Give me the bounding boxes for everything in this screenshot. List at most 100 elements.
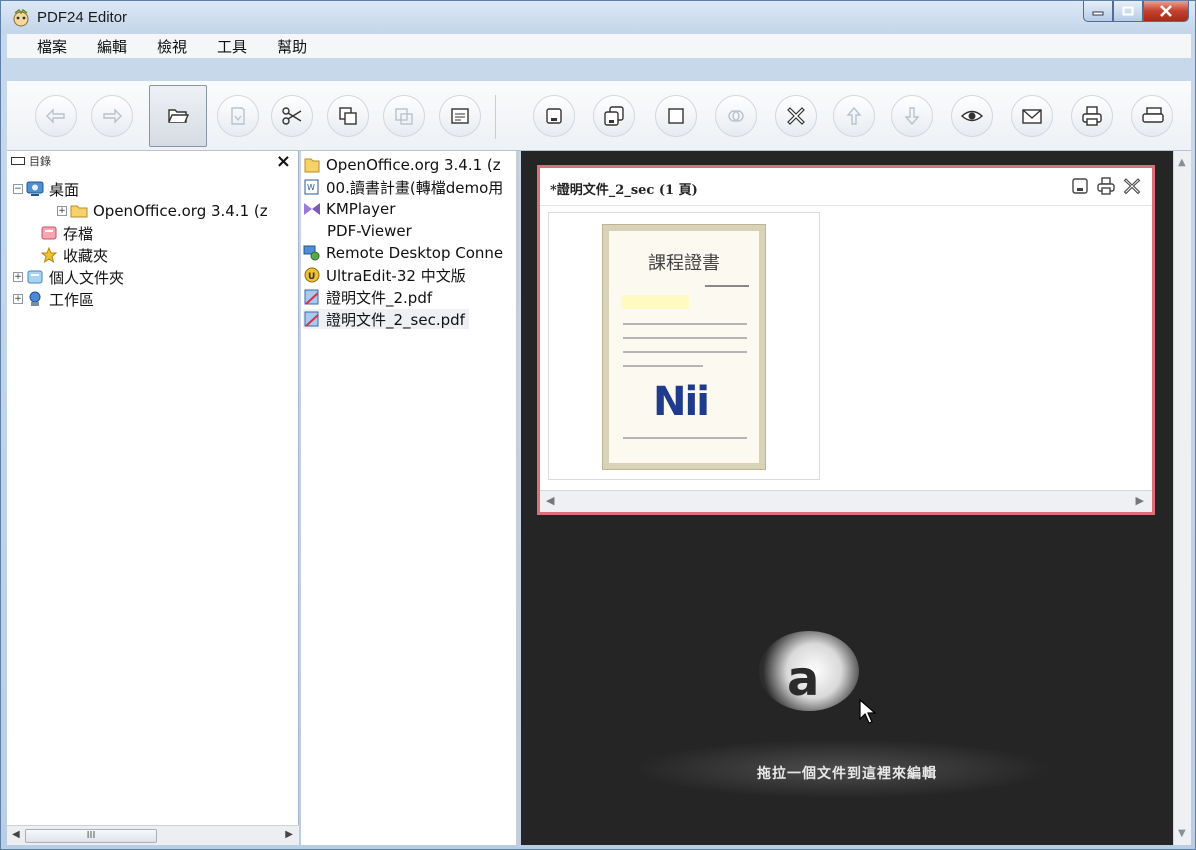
scroll-right-arrow[interactable]: ▶: [1136, 494, 1144, 507]
document-window[interactable]: *證明文件_2_sec (1 頁) 課程證書 Nii ◀ ▶: [537, 165, 1155, 515]
tree-item-archive[interactable]: 存檔: [27, 223, 93, 243]
scroll-right-arrow[interactable]: ▶: [285, 829, 293, 840]
move-up-button[interactable]: [833, 95, 875, 137]
import-button[interactable]: [217, 95, 259, 137]
tree-item-label: 存檔: [63, 224, 94, 243]
svg-text:W: W: [307, 183, 315, 192]
layout-button[interactable]: [439, 95, 481, 137]
scroll-down-arrow[interactable]: ▼: [1178, 828, 1186, 839]
blank-page-button[interactable]: [655, 95, 697, 137]
forward-icon: [103, 108, 122, 124]
forward-button[interactable]: [91, 95, 133, 137]
document-horizontal-scrollbar[interactable]: ◀ ▶: [540, 490, 1152, 512]
scroll-left-arrow[interactable]: ◀: [12, 829, 20, 840]
file-item-label: Remote Desktop Conne: [326, 244, 504, 262]
file-item-label: 00.讀書計畫(轉檔demo用: [326, 178, 504, 197]
menu-tools[interactable]: 工具: [217, 36, 247, 57]
file-item[interactable]: KMPlayer: [303, 199, 395, 219]
close-button[interactable]: [1143, 1, 1189, 22]
preview-button[interactable]: [951, 95, 993, 137]
file-item[interactable]: 證明文件_2.pdf: [303, 287, 432, 307]
back-button[interactable]: [35, 95, 77, 137]
save-as-icon: [604, 106, 624, 126]
workspace-vertical-scrollbar[interactable]: ▲ ▼: [1173, 151, 1191, 845]
toolbar: [7, 81, 1191, 151]
title-bar[interactable]: PDF24 Editor: [1, 1, 1195, 34]
panel-icon: [11, 157, 25, 165]
save-icon[interactable]: [1070, 176, 1090, 196]
scroll-left-arrow[interactable]: ◀: [546, 494, 554, 507]
save-as-button[interactable]: [593, 95, 635, 137]
print-icon: [1082, 106, 1102, 126]
preview-icon: [960, 110, 984, 122]
menu-file[interactable]: 檔案: [37, 36, 67, 57]
file-item-selected[interactable]: 證明文件_2_sec.pdf: [303, 309, 469, 329]
file-item[interactable]: U UltraEdit-32 中文版: [303, 265, 466, 285]
copy-button[interactable]: [327, 95, 369, 137]
menu-edit[interactable]: 編輯: [97, 36, 127, 57]
pdf24-app-icon: [13, 8, 29, 27]
copy-icon: [339, 107, 357, 125]
folder-tree-close-button[interactable]: ×: [276, 151, 291, 172]
minimize-button[interactable]: [1083, 1, 1113, 22]
expand-toggle[interactable]: +: [13, 272, 23, 282]
open-button[interactable]: [149, 85, 207, 147]
print-more-icon: [1142, 107, 1164, 123]
open-folder-icon: [168, 109, 190, 123]
move-down-button[interactable]: [891, 95, 933, 137]
file-item[interactable]: PDF-Viewer: [327, 221, 412, 241]
print-icon[interactable]: [1096, 176, 1116, 196]
scroll-up-arrow[interactable]: ▲: [1178, 157, 1186, 168]
print-more-button[interactable]: [1131, 95, 1173, 137]
folder-tree-header: 目錄 ×: [7, 151, 299, 173]
toolbar-separator: [495, 95, 496, 139]
merge-button[interactable]: [715, 95, 757, 137]
import-icon: [231, 107, 245, 125]
expand-toggle[interactable]: +: [57, 206, 67, 216]
file-item-label: 證明文件_2_sec.pdf: [326, 310, 465, 329]
delete-button[interactable]: [775, 95, 817, 137]
menu-view[interactable]: 檢視: [157, 36, 187, 57]
archive-icon: [41, 226, 57, 240]
maximize-button[interactable]: [1113, 1, 1143, 22]
cut-button[interactable]: [271, 95, 313, 137]
tree-item-favorites[interactable]: 收藏夾: [27, 245, 108, 265]
tree-item-label: 工作區: [49, 290, 95, 309]
editor-workspace[interactable]: *證明文件_2_sec (1 頁) 課程證書 Nii ◀ ▶ a 拖拉一個文件到…: [521, 151, 1173, 845]
close-icon[interactable]: [1122, 176, 1142, 196]
save-button[interactable]: [533, 95, 575, 137]
menu-help[interactable]: 幫助: [277, 36, 307, 57]
tree-item-workspace[interactable]: + 工作區: [13, 289, 94, 309]
certificate-page: 課程證書 Nii: [602, 224, 766, 470]
paste-icon: [395, 108, 413, 125]
collapse-toggle[interactable]: −: [13, 184, 23, 194]
mail-button[interactable]: [1011, 95, 1053, 137]
minimize-icon: [1092, 11, 1104, 16]
tree-item-label: 收藏夾: [63, 246, 109, 265]
expand-toggle[interactable]: +: [13, 294, 23, 304]
kmplayer-icon: [304, 203, 320, 215]
text-line: [623, 365, 703, 367]
file-item[interactable]: W 00.讀書計畫(轉檔demo用: [303, 177, 503, 197]
file-item-label: 證明文件_2.pdf: [326, 288, 433, 307]
tree-item-openoffice[interactable]: + OpenOffice.org 3.4.1 (z: [57, 201, 268, 221]
tree-horizontal-scrollbar[interactable]: ◀ III ▶: [7, 825, 299, 845]
paste-button[interactable]: [383, 95, 425, 137]
print-button[interactable]: [1071, 95, 1113, 137]
file-item[interactable]: OpenOffice.org 3.4.1 (z: [303, 155, 501, 175]
window-title: PDF24 Editor: [37, 9, 128, 26]
pdf-icon: [304, 311, 319, 327]
tree-item-label: 桌面: [49, 180, 80, 199]
text-line: [623, 323, 747, 325]
page-thumbnail[interactable]: 課程證書 Nii: [548, 212, 820, 480]
document-header: *證明文件_2_sec (1 頁): [540, 168, 1152, 206]
file-item[interactable]: Remote Desktop Conne: [303, 243, 503, 263]
merge-icon: [728, 110, 744, 122]
folder-icon: [70, 205, 88, 218]
mouse-cursor-icon: [859, 699, 877, 724]
delete-icon: [787, 107, 805, 125]
tree-item-personal-folder[interactable]: + 個人文件夾: [13, 267, 124, 287]
scroll-thumb[interactable]: III: [25, 829, 157, 843]
move-up-icon: [846, 106, 862, 125]
tree-item-desktop[interactable]: − 桌面: [13, 179, 79, 199]
